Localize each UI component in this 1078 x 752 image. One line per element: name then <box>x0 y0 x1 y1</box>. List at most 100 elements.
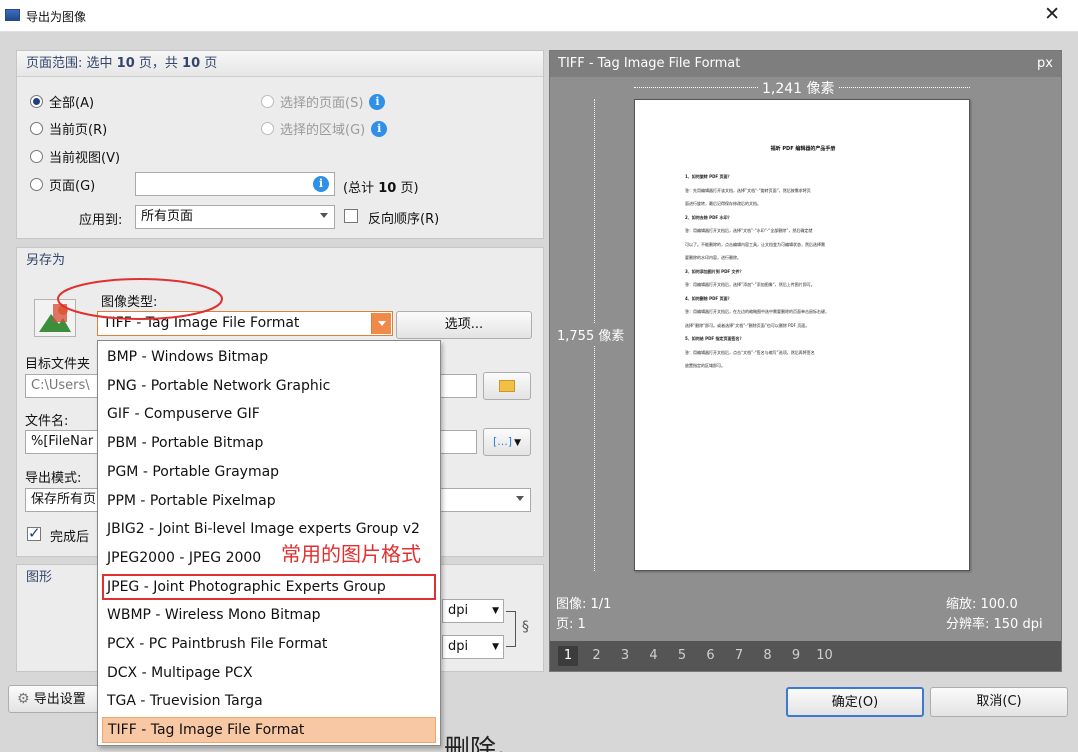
annotation-ellipse <box>57 278 223 320</box>
page-number-button[interactable]: 10 <box>815 646 835 666</box>
radio-all-label: 全部(A) <box>49 96 95 111</box>
dropdown-option[interactable]: BMP - Windows Bitmap <box>102 344 436 370</box>
document-line: 4、如何删除 PDF 页面？ <box>685 295 732 301</box>
total-page-count: 10 <box>182 56 201 71</box>
reverse-order-checkbox[interactable] <box>344 209 358 223</box>
info-icon[interactable]: i <box>371 120 388 137</box>
dropdown-option[interactable]: DCX - Multipage PCX <box>102 660 436 686</box>
selected-page-count: 10 <box>116 56 135 71</box>
page-range-input[interactable]: i <box>135 172 335 196</box>
dropdown-option[interactable]: GIF - Compuserve GIF <box>102 401 436 427</box>
page-range-panel: 页面范围: 选中 10 页，共 10 页 全部(A) 当前页(R) 当前视图(V… <box>16 50 544 239</box>
page-range-heading-mid: 页，共 <box>138 56 178 71</box>
width-label: 1,241 像素 <box>758 78 839 98</box>
dropdown-option[interactable]: PPM - Portable Pixelmap <box>102 488 436 514</box>
filename-macro-button[interactable]: [...] ▼ <box>483 428 531 456</box>
chevron-down-icon: ▼ <box>492 606 499 616</box>
page-number-button[interactable]: 3 <box>615 646 635 666</box>
page-info: 页: 1 <box>556 617 586 632</box>
radio-dot-icon <box>30 122 43 135</box>
window-title: 导出为图像 <box>26 10 87 24</box>
chevron-down-icon <box>516 496 524 501</box>
document-line: 要删除的水印内容，进行删除。 <box>685 255 741 260</box>
dpi-y-select[interactable]: dpi ▼ <box>442 635 504 659</box>
macro-icon: [...] <box>493 435 513 448</box>
annotation-label: 常用的图片格式 <box>281 542 421 566</box>
total-pages: 10 <box>378 181 397 196</box>
chevron-down-icon: ▼ <box>514 438 521 448</box>
page-number-button[interactable]: 1 <box>558 646 578 666</box>
info-icon[interactable]: i <box>313 176 329 192</box>
radio-current-view[interactable]: 当前视图(V) <box>30 147 120 166</box>
page-number-button[interactable]: 4 <box>644 646 664 666</box>
radio-dot-icon <box>30 150 43 163</box>
preview-header: TIFF - Tag Image File Format px <box>550 51 1061 77</box>
chevron-down-icon: ▼ <box>492 642 499 652</box>
resolution-info: 分辨率: 150 dpi <box>946 617 1043 632</box>
document-line: 答：用编辑器打开文档后，点击“文档”-“签名与缩写”选项，然后再将签名 <box>685 349 815 355</box>
radio-dot-icon <box>261 95 274 108</box>
page-number-button[interactable]: 7 <box>729 646 749 666</box>
radio-current-page[interactable]: 当前页(R) <box>30 119 107 138</box>
cancel-button[interactable]: 取消(C) <box>930 687 1068 717</box>
page-number-button[interactable]: 5 <box>672 646 692 666</box>
preview-unit: px <box>1037 56 1053 71</box>
radio-dot-icon <box>30 178 43 191</box>
app-icon <box>5 9 20 21</box>
dropdown-option[interactable]: PBM - Portable Bitmap <box>102 430 436 456</box>
radio-dot-icon <box>261 122 274 135</box>
total-prefix: (总计 <box>343 181 375 196</box>
radio-pages[interactable]: 页面(G) <box>30 175 95 194</box>
gear-icon: ⚙ <box>17 691 30 707</box>
document-line: 答：先用编辑器打开该文档，选择”文档“-”旋转页面“，然后按需求将页 <box>685 187 811 193</box>
document-title: 福昕 PDF 编辑器的产品手册 <box>770 146 836 152</box>
apply-to-label: 应用到: <box>79 213 123 228</box>
chain-link-icon[interactable]: § <box>522 619 529 635</box>
document-line: 5、如何给 PDF 指定页面签名？ <box>685 336 744 341</box>
page-range-heading-suffix: 页 <box>204 56 218 71</box>
info-icon[interactable]: i <box>369 93 386 110</box>
page-range-heading-prefix: 页面范围: 选中 <box>26 56 113 71</box>
radio-selected-pages[interactable]: 选择的页面(S) i <box>261 92 386 111</box>
dropdown-option[interactable]: PCX - PC Paintbrush File Format <box>102 631 436 657</box>
dropdown-option[interactable]: JPEG - Joint Photographic Experts Group <box>102 573 436 600</box>
target-folder-value: C:\Users\ <box>31 378 90 393</box>
dropdown-option[interactable]: WBMP - Wireless Mono Bitmap <box>102 602 436 628</box>
preview-format: TIFF - Tag Image File Format <box>558 56 741 71</box>
page-number-button[interactable]: 2 <box>587 646 607 666</box>
apply-to-select[interactable]: 所有页面 <box>135 205 335 229</box>
radio-all-pages[interactable]: 全部(A) <box>30 92 94 111</box>
width-dimension: 1,241 像素 <box>634 77 970 99</box>
page-number-button[interactable]: 9 <box>786 646 806 666</box>
finish-label: 完成后 <box>50 530 90 545</box>
title-bar: 导出为图像 ✕ <box>0 0 1078 32</box>
dropdown-option[interactable]: PGM - Portable Graymap <box>102 459 436 485</box>
chevron-down-icon <box>371 313 391 334</box>
document-line: 答：用编辑器打开文档后，在左边的缩略图中选中需要删除的页面单击鼠标右键， <box>685 309 829 314</box>
browse-folder-button[interactable] <box>483 372 531 400</box>
save-as-heading: 另存为 <box>26 253 66 268</box>
dropdown-option[interactable]: TIFF - Tag Image File Format <box>102 717 436 744</box>
dropdown-option[interactable]: PNG - Portable Network Graphic <box>102 373 436 399</box>
radio-dot-icon <box>30 95 43 108</box>
zoom-info: 缩放: 100.0 <box>946 597 1018 612</box>
dpi-x-select[interactable]: dpi ▼ <box>442 599 504 623</box>
export-mode-label: 导出模式: <box>25 471 82 486</box>
page-number-button[interactable]: 6 <box>701 646 721 666</box>
document-line: 2、如何去除 PDF 水印？ <box>685 214 732 220</box>
page-number-button[interactable]: 8 <box>758 646 778 666</box>
document-line: 面进行旋转，最后记得保存修改后的文档。 <box>685 201 761 206</box>
radio-selected-area[interactable]: 选择的区域(G) i <box>261 119 388 138</box>
preview-panel: TIFF - Tag Image File Format px 1,241 像素… <box>549 50 1062 672</box>
radio-current-label: 当前页(R) <box>49 123 108 138</box>
options-button[interactable]: 选项... <box>396 311 532 339</box>
document-line: 可以了。不能删除的，点击编辑内容工具，让文档变为可编辑状态，然后选择需 <box>685 241 825 247</box>
height-label: 1,755 像素 <box>557 323 625 346</box>
dropdown-option[interactable]: TGA - Truevision Targa <box>102 688 436 714</box>
export-settings-label: 导出设置 <box>33 692 86 707</box>
close-icon[interactable]: ✕ <box>1044 3 1060 25</box>
ok-button[interactable]: 确定(O) <box>786 687 924 717</box>
apply-to-value: 所有页面 <box>141 209 194 224</box>
finish-open-checkbox[interactable] <box>27 524 41 542</box>
preview-page: 福昕 PDF 编辑器的产品手册 1、如何旋转 PDF 页面？ 答：先用编辑器打开该… <box>634 99 970 571</box>
